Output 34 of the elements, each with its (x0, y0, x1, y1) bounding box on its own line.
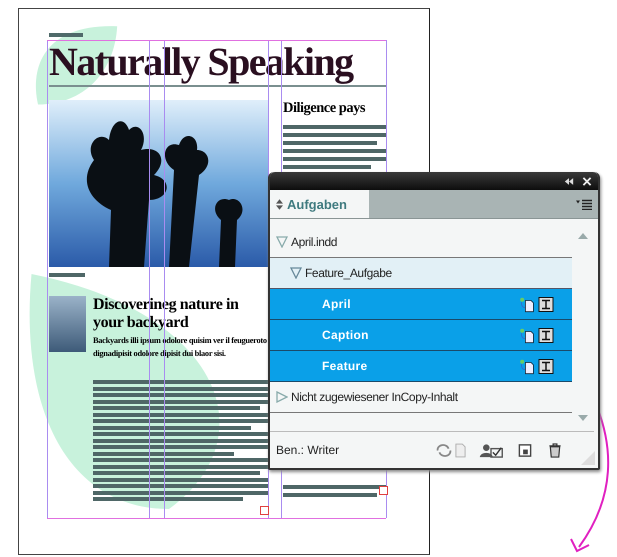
story-heading: Discoverineg nature in your backyard (93, 296, 240, 332)
frame-icon (538, 326, 554, 344)
frame-icon (538, 296, 554, 312)
tree-item[interactable]: April (270, 289, 572, 320)
collapse-icon[interactable] (564, 176, 574, 186)
menu-icon[interactable] (576, 198, 592, 210)
document-icon (519, 326, 535, 344)
frame-icon (538, 358, 554, 374)
close-icon[interactable] (582, 176, 592, 186)
overset-port-icon (379, 486, 388, 495)
overset-port-icon (260, 506, 269, 515)
scroll-down-icon (578, 415, 588, 421)
person-check-icon[interactable] (478, 442, 504, 458)
tree-item[interactable]: Feature_Aufgabe (270, 258, 572, 289)
new-page-icon[interactable] (516, 442, 534, 458)
tree-item[interactable]: Nicht zugewiesener InCopy-Inhalt (270, 382, 572, 413)
document-icon (519, 296, 535, 312)
disclosure-triangle-icon (276, 236, 288, 248)
photo-placeholder (49, 296, 86, 352)
masthead-title: Naturally Speaking (49, 43, 387, 87)
disclosure-triangle-icon (290, 267, 302, 279)
sidebar-heading: Diligence pays (283, 100, 366, 117)
scroll-up-icon (578, 233, 588, 239)
rule-bar (49, 33, 83, 37)
tree-item[interactable]: Feature (270, 351, 572, 382)
sort-icon (276, 198, 283, 210)
rule-bar (49, 273, 85, 277)
document-icon (519, 358, 535, 374)
disclosure-triangle-icon (276, 391, 288, 403)
resize-grip-icon[interactable] (581, 451, 595, 465)
tree-item[interactable]: Caption (270, 320, 572, 351)
panel-tab[interactable]: Aufgaben (270, 190, 369, 218)
refresh-icon[interactable] (435, 442, 453, 458)
user-label: Ben.: Writer (276, 443, 340, 457)
